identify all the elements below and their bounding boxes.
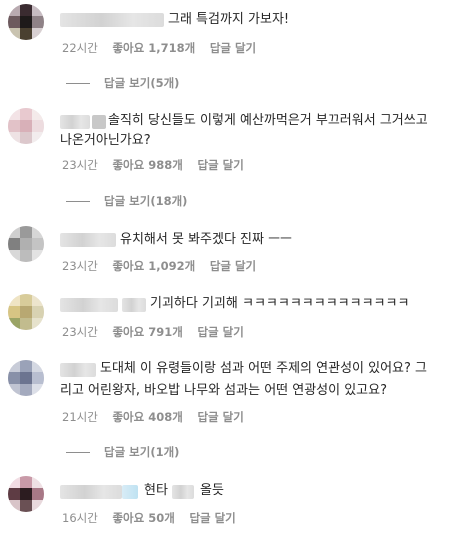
reply-button[interactable]: 답글 달기 — [197, 157, 243, 173]
avatar[interactable] — [8, 226, 44, 262]
timestamp: 16시간 — [62, 511, 98, 525]
likes-count[interactable]: 좋아요 50개 — [112, 510, 174, 526]
reply-button[interactable]: 답글 달기 — [210, 258, 256, 274]
comment-text: 그래 특검까지 가보자! — [168, 12, 290, 27]
timestamp: 22시간 — [62, 41, 98, 55]
avatar[interactable] — [8, 360, 44, 396]
view-replies-button[interactable]: 답글 보기(18개) — [66, 193, 187, 209]
blurred-username[interactable] — [60, 298, 118, 312]
comment-meta: 22시간 좋아요 1,718개 답글 달기 — [62, 40, 267, 56]
comment-text-part-2: 올듯 — [200, 483, 224, 498]
blurred-mention[interactable] — [172, 485, 194, 499]
view-replies-button[interactable]: 답글 보기(1개) — [66, 444, 179, 460]
blurred-username[interactable] — [60, 363, 96, 377]
likes-count[interactable]: 좋아요 1,092개 — [112, 258, 195, 274]
comment-text-line-2: 리고 어린왕자, 바오밥 나무와 섬과는 어떤 연광성이 있고요? — [60, 383, 387, 398]
comment-text-part-1: 현타 — [144, 483, 168, 498]
reply-button[interactable]: 답글 달기 — [210, 40, 256, 56]
comment-meta: 23시간 좋아요 791개 답글 달기 — [62, 324, 255, 340]
blurred-username[interactable] — [122, 485, 138, 499]
replies-divider — [66, 201, 90, 202]
replies-divider — [66, 83, 90, 84]
blurred-username[interactable] — [60, 115, 90, 129]
comment-text: 기괴하다 기괴해 ㅋㅋㅋㅋㅋㅋㅋㅋㅋㅋㅋㅋㅋㅋ — [150, 296, 410, 311]
likes-count[interactable]: 좋아요 408개 — [112, 409, 182, 425]
blurred-username[interactable] — [60, 233, 116, 247]
likes-count[interactable]: 좋아요 988개 — [112, 157, 182, 173]
likes-count[interactable]: 좋아요 791개 — [112, 324, 182, 340]
reply-button[interactable]: 답글 달기 — [197, 409, 243, 425]
avatar[interactable] — [8, 108, 44, 144]
timestamp: 21시간 — [62, 410, 98, 424]
reply-button[interactable]: 답글 달기 — [189, 510, 235, 526]
timestamp: 23시간 — [62, 259, 98, 273]
view-replies-button[interactable]: 답글 보기(5개) — [66, 75, 179, 91]
comment-text-line-2: 나온거아닌가요? — [60, 133, 151, 148]
comment-text-line-1: 도대체 이 유령들이랑 섬과 어떤 주제의 연관성이 있어요? 그 — [100, 361, 427, 376]
comment-meta: 16시간 좋아요 50개 답글 달기 — [62, 510, 247, 526]
reply-button[interactable]: 답글 달기 — [197, 324, 243, 340]
comment-text-line-1: 솔직히 당신들도 이렇게 예산까먹은거 부끄러워서 그거쓰고 — [108, 113, 428, 128]
replies-divider — [66, 452, 90, 453]
blurred-username[interactable] — [122, 298, 146, 312]
avatar[interactable] — [8, 476, 44, 512]
timestamp: 23시간 — [62, 158, 98, 172]
comment-text: 유치해서 못 봐주겠다 진짜 ㅡㅡ — [120, 232, 293, 247]
avatar[interactable] — [8, 4, 44, 40]
blurred-username[interactable] — [60, 485, 122, 499]
timestamp: 23시간 — [62, 325, 98, 339]
comment-meta: 23시간 좋아요 1,092개 답글 달기 — [62, 258, 267, 274]
avatar[interactable] — [8, 294, 44, 330]
blurred-username[interactable] — [60, 13, 164, 27]
likes-count[interactable]: 좋아요 1,718개 — [112, 40, 195, 56]
comment-meta: 21시간 좋아요 408개 답글 달기 — [62, 409, 255, 425]
comment-meta: 23시간 좋아요 988개 답글 달기 — [62, 157, 255, 173]
blurred-username[interactable] — [92, 115, 106, 129]
